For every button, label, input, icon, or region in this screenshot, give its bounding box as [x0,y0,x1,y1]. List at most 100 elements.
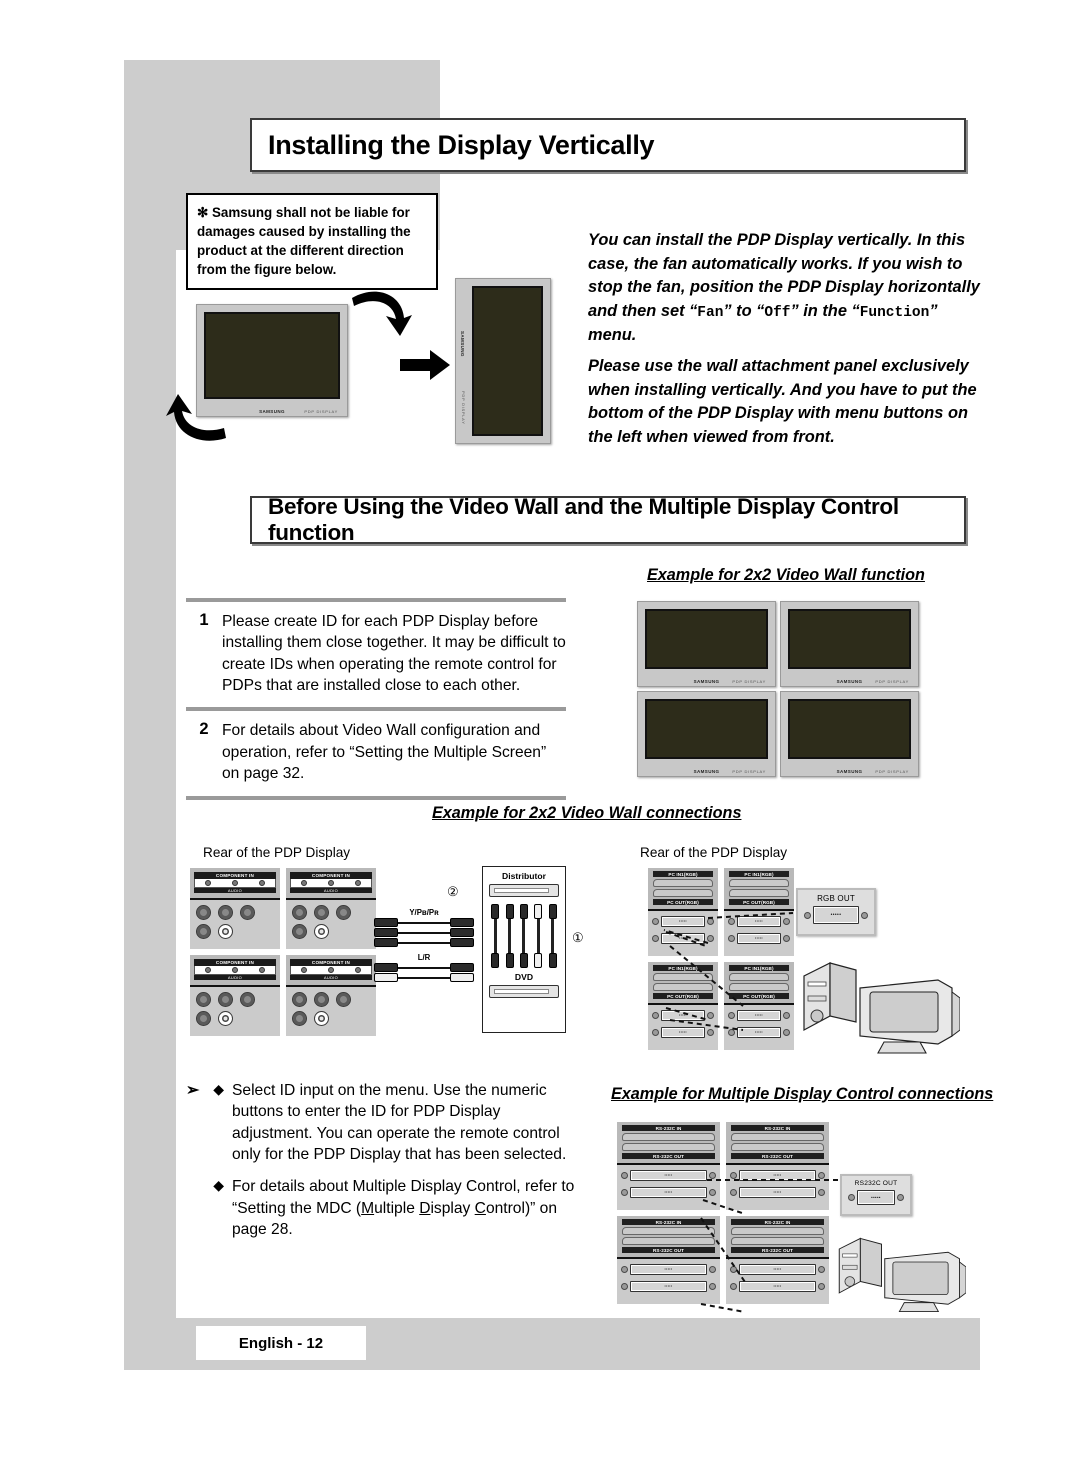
rca-jack [218,992,233,1007]
rca-jack [196,992,211,1007]
mnemonic-c: C [474,1199,486,1217]
vertical-install-paragraph-1: You can install the PDP Display vertical… [588,229,988,347]
page-gray-left-column [124,60,176,1370]
diamond-bullet-icon: ◆ [213,1177,224,1194]
jack-row [292,924,370,939]
pdp-model-text: PDP DISPLAY [304,409,338,414]
rca-plug [548,953,557,968]
rgb-out-callout: RGB OUT ••••• [796,888,876,936]
screw-icon [848,1194,855,1201]
cable [374,928,474,937]
menu-name-function: Function [859,304,930,321]
rca-jack [314,992,329,1007]
distributor-label: Distributor [502,871,546,881]
cable-wire [398,966,450,969]
jack-cluster [190,987,280,1036]
pdp-display-tile: SAMSUNG PDP DISPLAY [780,601,919,687]
step-number: 2 [199,720,209,739]
rca-plug [450,938,474,947]
cable-wire [536,919,540,953]
pdp-model-text: PDP DISPLAY [875,679,909,684]
rca-plug [450,963,474,972]
rca-jack [292,905,307,920]
rca-plug [374,928,398,937]
samsung-logo: SAMSUNG [259,409,285,414]
panel-sub-row [194,966,276,975]
panel-header: COMPONENT IN AUDIO [286,868,376,900]
rgb-out-label: RGB OUT [817,894,855,903]
pdp-screen-vertical [472,286,543,436]
vga-connection-lines [663,912,794,1031]
caption-mdc-connections: Example for Multiple Display Control con… [611,1085,994,1103]
cable [534,904,543,968]
rca-plug-white [450,973,474,982]
pdp-screen [788,699,911,759]
samsung-logo: SAMSUNG [693,679,720,684]
samsung-logo: SAMSUNG [836,769,863,774]
menu-item-fan: Fan [697,304,724,321]
component-jack-panel-grid: COMPONENT IN AUDIO COMPONENT IN AUDIO CO… [190,868,376,1036]
menu-value-off: Off [764,304,791,321]
pdp-screen [788,609,911,669]
cable [505,904,514,968]
rca-jack [292,992,307,1007]
section-title-installing-vertically: Installing the Display Vertically [250,118,966,172]
rca-jack [240,905,255,920]
desktop-computer-illustration-2 [838,1237,966,1313]
pdp-screen [645,609,768,669]
dvd-label: DVD [514,972,534,982]
mnemonic-d: D [419,1199,431,1217]
step-text: For details about Video Wall configurati… [222,722,547,783]
panel-sub-row [290,966,372,975]
cable [548,904,557,968]
diamond-bullet-icon: ◆ [213,1081,224,1097]
caption-video-wall-connections: Example for 2x2 Video Wall connections [432,804,742,822]
section-title-video-wall: Before Using the Video Wall and the Mult… [250,494,966,545]
panel-sub-row [194,879,276,888]
jack-cluster [286,987,376,1036]
rca-plug-white [534,904,543,919]
list-item: 2 For details about Video Wall configura… [186,711,566,795]
transform-arrow-right-icon [400,350,450,380]
liability-note-box: ✻ Samsung shall not be liable for damage… [186,193,438,291]
rca-plug [374,918,398,927]
numbered-steps-list: 1 Please create ID for each PDP Display … [186,598,566,800]
cable [374,938,474,947]
screw-icon [897,1194,904,1201]
rotate-arrow-top-icon [352,291,412,336]
panel-audio-label: AUDIO [194,975,276,980]
rca-plug-white [374,973,398,982]
jack-row [292,1011,370,1026]
cable-wire [551,919,555,953]
rca-jack [336,992,351,1007]
cable [491,904,500,968]
callout-number-2-icon: ② [447,884,459,899]
component-jack-panel: COMPONENT IN AUDIO [190,868,280,949]
rca-plug [374,938,398,947]
samsung-logo-vertical: SAMSUNG [460,331,465,357]
panel-title: COMPONENT IN [290,959,372,966]
cable-wire [398,976,450,979]
bullet-markers: ➢ ◆ [186,1080,232,1165]
list-divider [186,795,566,800]
dsub-connector: ••••• [848,1190,904,1205]
pdp-display-tile: SAMSUNG PDP DISPLAY [637,691,776,777]
distributor-dvd-box: Distributor DVD [482,866,566,1033]
pdp-model-text: PDP DISPLAY [732,679,766,684]
panel-title: COMPONENT IN [194,872,276,879]
cable [374,918,474,927]
panel-audio-label: AUDIO [290,888,372,893]
jack-cluster [190,900,280,949]
list-item: 1 Please create ID for each PDP Display … [186,602,566,707]
rca-plug [505,953,514,968]
rca-jack [218,905,233,920]
panel-header: COMPONENT IN AUDIO [286,955,376,987]
liability-note-text: ✻ Samsung shall not be liable for damage… [197,205,411,278]
note-arrow-icon: ➢ [186,1082,200,1099]
jack-cluster [286,900,376,949]
pdp-display-tile: SAMSUNG PDP DISPLAY [780,691,919,777]
rotate-arrow-bottom-icon [166,394,226,441]
bullet-markers: ◆ [186,1176,232,1240]
cable-wire [398,931,450,934]
rca-jack-white [218,1011,233,1026]
